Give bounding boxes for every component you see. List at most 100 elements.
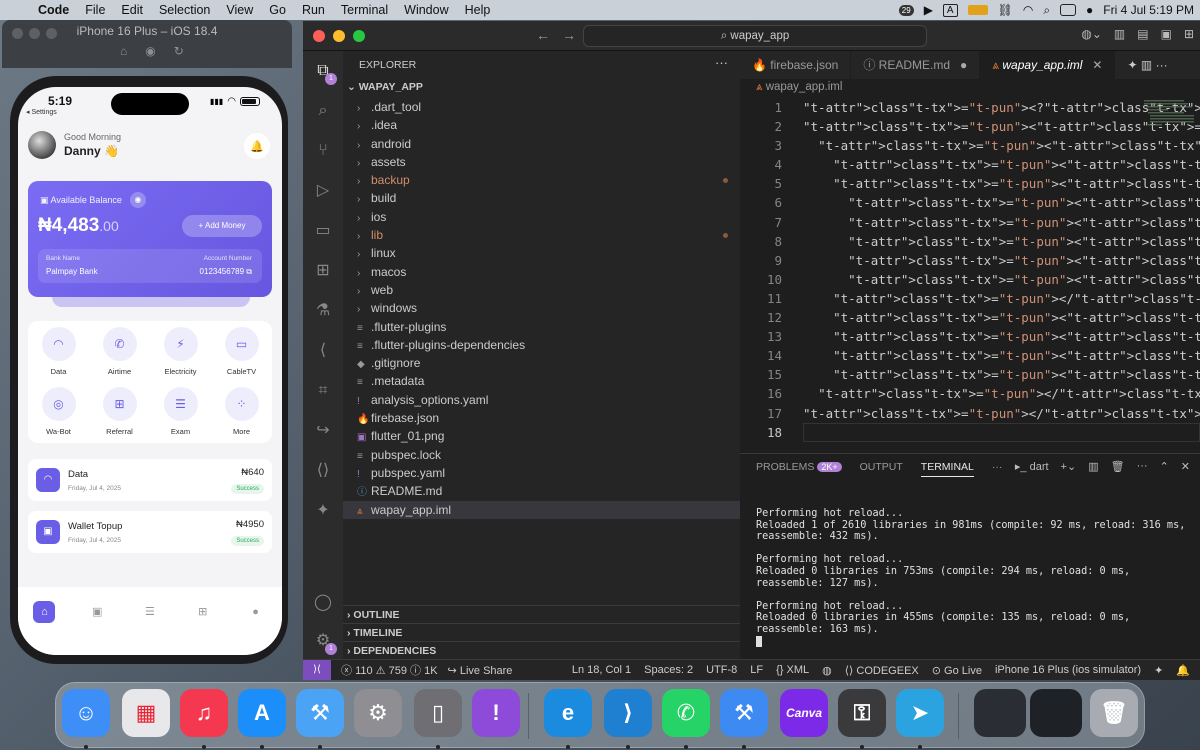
service-more[interactable]: ⁘ More	[211, 387, 272, 447]
code-icon[interactable]: ⟨⟩	[311, 459, 335, 483]
spotlight-icon[interactable]: ⌕	[1043, 3, 1050, 18]
folder-item[interactable]: › android	[343, 135, 740, 153]
terminal-shell-selector[interactable]: ▸_ dart	[1015, 460, 1049, 473]
dock-app-xcode-instruments[interactable]: ⚒	[720, 689, 768, 749]
dock-app-canva[interactable]: Canva	[780, 689, 828, 737]
code-line[interactable]: 4 "t-attr">class"t-tx">="t-pun"><"t-attr…	[740, 155, 1200, 174]
service-airtime[interactable]: ✆ Airtime	[89, 327, 150, 387]
service-referral[interactable]: ⊞ Referral	[89, 387, 150, 447]
folder-item[interactable]: › linux	[343, 244, 740, 262]
extensions-icon[interactable]: ⊞	[311, 259, 335, 283]
service-cabletv[interactable]: ▭ CableTV	[211, 327, 272, 387]
wifi-icon[interactable]: ◠	[1023, 3, 1033, 17]
code-line[interactable]: 7 "t-attr">class"t-tx">="t-pun"><"t-attr…	[740, 213, 1200, 232]
cursor-position[interactable]: Ln 18, Col 1	[572, 664, 631, 676]
indentation[interactable]: Spaces: 2	[644, 664, 693, 676]
close-panel-icon[interactable]: ✕	[1181, 460, 1190, 473]
section-dependencies[interactable]: › DEPENDENCIES	[343, 641, 740, 659]
battery-badge[interactable]: 29	[898, 4, 914, 16]
menu-go[interactable]: Go	[261, 3, 294, 17]
dock-app-finder[interactable]: ☺	[62, 689, 110, 749]
dock-app-xcode[interactable]: ⚒	[296, 689, 344, 749]
editor-actions[interactable]: ✦ ▥ ···	[1115, 51, 1179, 79]
terminal-output[interactable]: Performing hot reload... Reloaded 1 of 2…	[756, 508, 1185, 648]
menu-app-name[interactable]: Code	[30, 3, 77, 17]
home-icon[interactable]: ⌂	[120, 44, 127, 58]
file-item[interactable]: ≡ .metadata	[343, 372, 740, 390]
code-line[interactable]: 6 "t-attr">class"t-tx">="t-pun"><"t-attr…	[740, 193, 1200, 212]
code-line[interactable]: 15 "t-attr">class"t-tx">="t-pun"><"t-att…	[740, 365, 1200, 384]
zoom-button[interactable]	[353, 30, 365, 42]
code-line[interactable]: 2 "t-attr">class"t-tx">="t-pun"><"t-attr"…	[740, 117, 1200, 136]
play-icon[interactable]: ▶	[924, 3, 933, 17]
back-to-settings[interactable]: ◂ Settings	[26, 108, 57, 116]
dock-app-trash[interactable]: 🗑	[1090, 689, 1138, 737]
ai-sparkle-icon[interactable]: ✦	[311, 499, 335, 523]
layout-panel-icon[interactable]: ▤	[1137, 27, 1148, 41]
add-money-button[interactable]: + Add Money	[182, 215, 262, 237]
screenshot-icon[interactable]: ◉	[145, 44, 155, 58]
folder-item[interactable]: › windows	[343, 299, 740, 317]
code-line[interactable]: 17 "t-attr">class"t-tx">="t-pun"></"t-att…	[740, 404, 1200, 423]
dock-window-thumbnail[interactable]	[974, 689, 1026, 737]
search-icon[interactable]: ⌕	[311, 99, 335, 123]
tab-firebase-json[interactable]: 🔥 firebase.json	[740, 51, 852, 79]
tab-readme[interactable]: ⓘ README.md ●	[851, 51, 981, 79]
testing-icon[interactable]: ⚗	[311, 299, 335, 323]
remote-explorer-icon[interactable]: ▭	[311, 219, 335, 243]
folder-item[interactable]: › lib	[343, 226, 740, 244]
encoding[interactable]: UTF-8	[706, 664, 737, 676]
dock-app-vs-code[interactable]: ⟩	[604, 689, 652, 749]
code-editor[interactable]: 1 "t-attr">class"t-tx">="t-pun"><?"t-attr…	[740, 98, 1200, 442]
sparkle-icon[interactable]: ✦	[1154, 664, 1163, 677]
eye-icon[interactable]: ◉	[130, 192, 146, 208]
menu-window[interactable]: Window	[396, 3, 456, 17]
service-exam[interactable]: ☰ Exam	[150, 387, 211, 447]
code-line[interactable]: 9 "t-attr">class"t-tx">="t-pun"><"t-attr…	[740, 251, 1200, 270]
dock-app-music[interactable]: ♫	[180, 689, 228, 749]
breadcrumb[interactable]: ⩓ wapay_app.iml	[756, 81, 842, 94]
more-actions-icon[interactable]: ···	[1137, 460, 1148, 473]
end-of-line[interactable]: LF	[750, 664, 763, 676]
tab-rewards-icon[interactable]: ⊞	[192, 601, 214, 623]
folder-item[interactable]: › .dart_tool	[343, 98, 740, 116]
code-line[interactable]: 10 "t-attr">class"t-tx">="t-pun"><"t-att…	[740, 270, 1200, 289]
more-actions-icon[interactable]: ···	[1156, 58, 1168, 72]
tab-profile-icon[interactable]: ●	[245, 601, 267, 623]
input-source-icon[interactable]: A	[942, 3, 958, 17]
more-actions-icon[interactable]: ···	[715, 55, 728, 70]
transaction-item[interactable]: ◠ Data Friday, Jul 4, 2025 ₦640 Success	[28, 459, 272, 501]
copy-icon[interactable]: ⧉	[246, 267, 252, 276]
tab-problems[interactable]: PROBLEMS 2K+	[756, 461, 842, 477]
battery-icon[interactable]	[967, 5, 988, 15]
code-line[interactable]: 13 "t-attr">class"t-tx">="t-pun"><"t-att…	[740, 327, 1200, 346]
new-terminal-icon[interactable]: +⌄	[1061, 460, 1077, 473]
menu-view[interactable]: View	[218, 3, 261, 17]
device-status[interactable]: iPhone 16 Plus (ios simulator)	[995, 664, 1141, 676]
tab-home-icon[interactable]: ⌂	[33, 601, 56, 623]
notifications-icon[interactable]: 🔔	[1176, 664, 1190, 677]
file-item[interactable]: ! analysis_options.yaml	[343, 391, 740, 409]
tab-history-icon[interactable]: ☰	[139, 601, 161, 623]
split-editor-icon[interactable]: ▥	[1141, 58, 1152, 72]
live-share-status[interactable]: ↪ Live Share	[448, 664, 513, 677]
code-line[interactable]: 1 "t-attr">class"t-tx">="t-pun"><?"t-attr…	[740, 98, 1200, 117]
folder-item[interactable]: › assets	[343, 153, 740, 171]
workspace-root[interactable]: ⌄ WAPAY_APP	[347, 81, 423, 93]
dirty-dot-icon[interactable]: ●	[960, 58, 967, 72]
service-data[interactable]: ◠ Data	[28, 327, 89, 387]
close-icon[interactable]: ✕	[1092, 58, 1102, 72]
code-line[interactable]: 14 "t-attr">class"t-tx">="t-pun"><"t-att…	[740, 346, 1200, 365]
bell-icon[interactable]: 🔔	[244, 133, 270, 159]
layout-sidebar-icon[interactable]: ▥	[1114, 27, 1125, 41]
folder-item[interactable]: › .idea	[343, 116, 740, 134]
folder-item[interactable]: › backup	[343, 171, 740, 189]
run-debug-icon[interactable]: ▷	[311, 179, 335, 203]
code-line[interactable]: 18	[740, 422, 1200, 442]
layout-secondary-icon[interactable]: ▣	[1161, 27, 1172, 41]
problems-status[interactable]: ⓧ 110 ⚠ 759 ⓘ 1K	[341, 662, 438, 678]
dock-app-launchpad[interactable]: ▦	[122, 689, 170, 737]
tab-output[interactable]: OUTPUT	[860, 461, 903, 477]
source-control-icon[interactable]: ⑂	[311, 139, 335, 163]
file-item[interactable]: ⓘ README.md	[343, 482, 740, 500]
